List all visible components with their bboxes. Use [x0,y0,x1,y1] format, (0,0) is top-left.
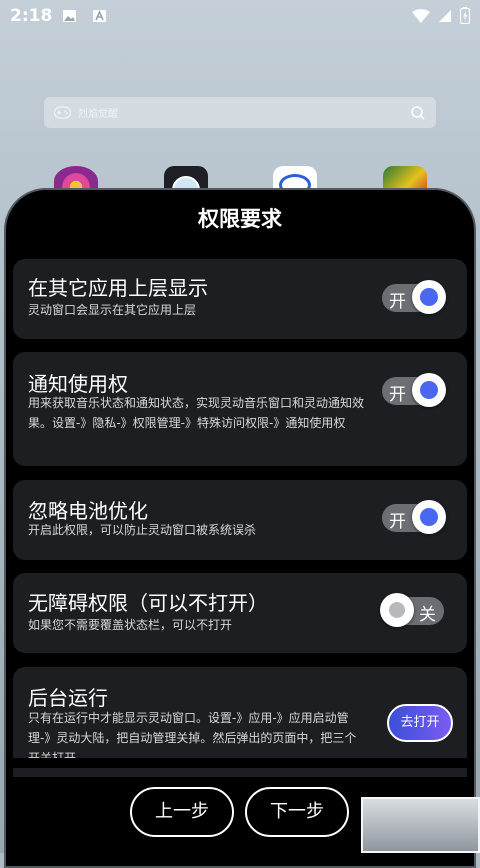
permission-desc: 开启此权限，可以防止灵动窗口被系统误杀 [28,523,257,537]
go-open-button[interactable]: 去打开 [387,704,453,742]
battery-optimization-toggle[interactable]: 开 [382,500,446,534]
permission-desc: 如果您不需要覆盖状态栏，可以不打开 [28,618,233,632]
notification-permission-toggle[interactable]: 开 [382,373,446,407]
dialog-title: 权限要求 [198,207,282,231]
toggle-knob [412,500,446,534]
search-icon[interactable] [410,105,426,121]
permission-card-notification: 通知使用权 用来获取音乐状态和通知状态，实现灵动音乐窗口和灵动通知效果。设置-》… [13,352,467,466]
toggle-label: 关 [419,605,436,625]
permission-title: 在其它应用上层显示 [28,276,208,300]
permission-desc: 用来获取音乐状态和通知状态，实现灵动音乐窗口和灵动通知效果。设置-》隐私-》权限… [28,396,365,430]
toggle-knob [380,593,414,627]
toggle-label: 开 [389,512,406,532]
status-time: 2:18 [10,6,53,26]
list-scroll-edge [13,758,467,768]
toggle-label: 开 [389,385,406,405]
accessibility-permission-toggle[interactable]: 关 [380,593,444,627]
app-notification-icon [93,10,106,22]
status-bar: 2:18 [0,0,480,34]
overlay-permission-toggle[interactable]: 开 [382,280,446,314]
search-placeholder: 烈焰觉醒 [78,109,118,120]
battery-charging-icon [460,7,470,24]
previous-step-button[interactable]: 上一步 [130,787,234,837]
permission-desc: 灵动窗口会显示在其它应用上层 [28,303,197,317]
wifi-icon [412,9,430,23]
search-bar[interactable]: 烈焰觉醒 [44,97,436,128]
signal-icon [439,10,451,22]
toggle-label: 开 [389,292,406,312]
toggle-knob [412,373,446,407]
floating-preview-thumbnail[interactable] [361,797,480,853]
permission-title: 后台运行 [28,686,108,710]
gallery-icon [63,10,76,22]
gamepad-icon [54,106,71,119]
permission-title: 无障碍权限（可以不打开） [28,591,268,615]
thumbnail-image [363,799,478,851]
toggle-knob [412,280,446,314]
next-step-button[interactable]: 下一步 [245,787,349,837]
